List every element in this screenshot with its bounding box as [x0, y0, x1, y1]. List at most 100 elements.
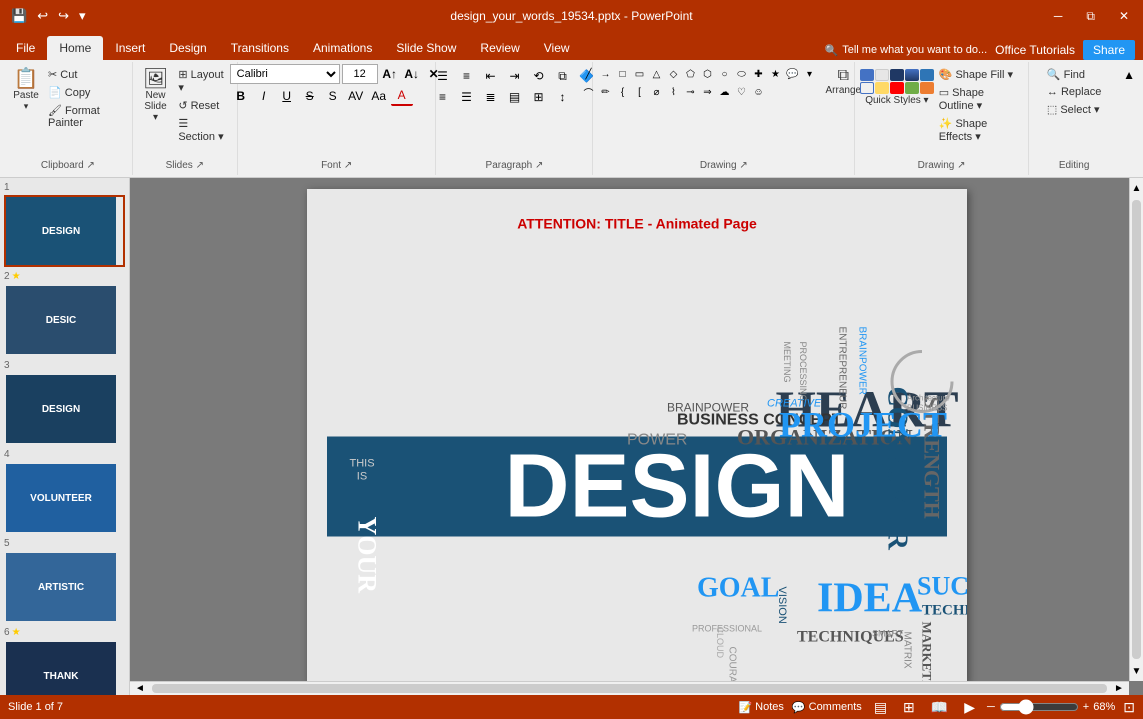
scroll-thumb[interactable] [1132, 200, 1141, 659]
restore-btn[interactable]: ⧉ [1080, 7, 1101, 26]
italic-btn[interactable]: I [253, 86, 275, 106]
fit-window-btn[interactable]: ⊡ [1123, 699, 1135, 716]
section-button[interactable]: ☰ Section ▾ [174, 115, 231, 145]
brace-shape[interactable]: { [615, 84, 631, 100]
save-icon[interactable]: 💾 [8, 6, 30, 26]
strikethrough-btn[interactable]: S [299, 86, 321, 106]
new-slide-button[interactable]: 🖼 NewSlide ▾ [139, 66, 173, 126]
notes-btn[interactable]: 📝 Notes [738, 701, 783, 714]
bold-btn[interactable]: B [230, 86, 252, 106]
circle-shape[interactable]: ○ [717, 66, 733, 82]
reset-button[interactable]: ↺ Reset [174, 97, 231, 114]
slide-sorter-btn[interactable]: ⊞ [899, 697, 919, 718]
scroll-up-btn[interactable]: ▲ [1130, 178, 1143, 198]
layout-button[interactable]: ⊞ Layout ▾ [174, 66, 231, 96]
quick-styles-button[interactable]: Quick Styles ▾ [861, 66, 933, 109]
scroll-down-btn[interactable]: ▼ [1130, 661, 1143, 681]
decrease-font-btn[interactable]: A↓ [402, 64, 422, 84]
more-shapes[interactable]: ▾ [802, 66, 818, 82]
smiley-shape[interactable]: ☺ [751, 84, 767, 100]
inc-indent-btn[interactable]: ⇥ [503, 66, 525, 86]
tab-home[interactable]: Home [47, 36, 103, 60]
heart-shape[interactable]: ♡ [734, 84, 750, 100]
pentagon-shape[interactable]: ⬠ [683, 66, 699, 82]
zoom-slider[interactable] [999, 699, 1079, 715]
tell-me[interactable]: 🔍 Tell me what you want to do... [825, 44, 988, 57]
slide-thumbnail[interactable]: ARTISTIC [4, 551, 125, 623]
bullets-btn[interactable]: ☰ [431, 66, 453, 86]
zoom-in-btn[interactable]: + [1083, 701, 1089, 713]
callout-shape[interactable]: 💬 [785, 66, 801, 82]
find-button[interactable]: 🔍 Find [1043, 66, 1105, 83]
rect2-shape[interactable]: ▭ [632, 66, 648, 82]
select-button[interactable]: ⬚ Select ▾ [1043, 101, 1105, 118]
close-btn[interactable]: ✕ [1113, 7, 1135, 26]
paste-dropdown[interactable]: ▾ [24, 101, 29, 112]
redo-icon[interactable]: ↪ [55, 6, 72, 26]
increase-font-btn[interactable]: A↑ [380, 64, 400, 84]
line-spacing-btn[interactable]: ↕ [551, 87, 573, 107]
replace-button[interactable]: ↔ Replace [1043, 84, 1105, 100]
freeform-shape[interactable]: ✏ [598, 84, 614, 100]
share-button[interactable]: Share [1083, 40, 1135, 60]
zigzag-shape[interactable]: ⌇ [666, 84, 682, 100]
arrow2-shape[interactable]: ⇒ [700, 84, 716, 100]
text-case-btn[interactable]: Aa [368, 86, 390, 106]
tab-file[interactable]: File [4, 36, 47, 60]
tab-review[interactable]: Review [468, 36, 531, 60]
dec-indent-btn[interactable]: ⇤ [479, 66, 501, 86]
tab-view[interactable]: View [532, 36, 582, 60]
connector-shape[interactable]: ⊸ [683, 84, 699, 100]
tab-animations[interactable]: Animations [301, 36, 384, 60]
shape-outline-button[interactable]: ▭ Shape Outline ▾ [935, 84, 1022, 114]
reading-view-btn[interactable]: 📖 [927, 697, 952, 718]
align-right-btn[interactable]: ≣ [479, 87, 501, 107]
scroll-right-btn[interactable]: ► [1109, 682, 1129, 695]
shape-effects-button[interactable]: ✨ Shape Effects ▾ [935, 115, 1022, 145]
shape-fill-button[interactable]: 🎨 Shape Fill ▾ [935, 66, 1022, 83]
text-direction-btn[interactable]: ⟲ [527, 66, 549, 86]
vertical-scrollbar[interactable]: ▲ ▼ [1129, 178, 1143, 681]
line-shape[interactable]: ╱ [581, 66, 597, 82]
slide-thumbnail[interactable]: VOLUNTEER [4, 462, 125, 534]
convert-btn[interactable]: ⧉ [551, 66, 573, 86]
bracket-shape[interactable]: [ [632, 84, 648, 100]
curve-shape[interactable]: ⌒ [581, 84, 597, 100]
minimize-btn[interactable]: ─ [1048, 7, 1069, 26]
numbering-btn[interactable]: ≡ [455, 66, 477, 86]
cut-button[interactable]: ✂ Cut [44, 66, 126, 83]
font-family-select[interactable]: Calibri [230, 64, 340, 84]
slide-thumbnail[interactable]: THANK [4, 640, 125, 695]
comments-btn[interactable]: 💬 Comments [792, 701, 862, 714]
font-size-input[interactable] [342, 64, 378, 84]
char-spacing-btn[interactable]: AV [345, 86, 367, 106]
zoom-out-btn[interactable]: ─ [987, 701, 995, 713]
tab-design[interactable]: Design [157, 36, 218, 60]
rect-shape[interactable]: □ [615, 66, 631, 82]
format-painter-button[interactable]: 🖌 Format Painter [44, 102, 126, 131]
star-shape[interactable]: ★ [768, 66, 784, 82]
tab-insert[interactable]: Insert [103, 36, 157, 60]
customize-icon[interactable]: ▾ [76, 6, 89, 26]
slide-thumbnail[interactable]: DESIC [4, 284, 125, 356]
collapse-ribbon[interactable]: ▲ [1119, 62, 1139, 175]
align-center-btn[interactable]: ☰ [455, 87, 477, 107]
col-btn[interactable]: ⊞ [527, 87, 549, 107]
hex-shape[interactable]: ⬡ [700, 66, 716, 82]
office-tutorials-link[interactable]: Office Tutorials [995, 43, 1075, 57]
arc-shape[interactable]: ⌀ [649, 84, 665, 100]
slide-thumbnail[interactable]: DESIGN [4, 195, 125, 267]
text-shadow-btn[interactable]: S [322, 86, 344, 106]
slide-thumbnail[interactable]: DESIGN [4, 373, 125, 445]
tab-slideshow[interactable]: Slide Show [384, 36, 468, 60]
align-left-btn[interactable]: ≡ [431, 87, 453, 107]
collapse-icon[interactable]: ▲ [1119, 66, 1139, 84]
normal-view-btn[interactable]: ▤ [870, 697, 891, 718]
triangle-shape[interactable]: △ [649, 66, 665, 82]
arrow-shape[interactable]: → [598, 66, 614, 82]
tab-transitions[interactable]: Transitions [219, 36, 301, 60]
oval-shape[interactable]: ⬭ [734, 66, 750, 82]
justify-btn[interactable]: ▤ [503, 87, 525, 107]
underline-btn[interactable]: U [276, 86, 298, 106]
copy-button[interactable]: 📄 Copy [44, 84, 126, 101]
